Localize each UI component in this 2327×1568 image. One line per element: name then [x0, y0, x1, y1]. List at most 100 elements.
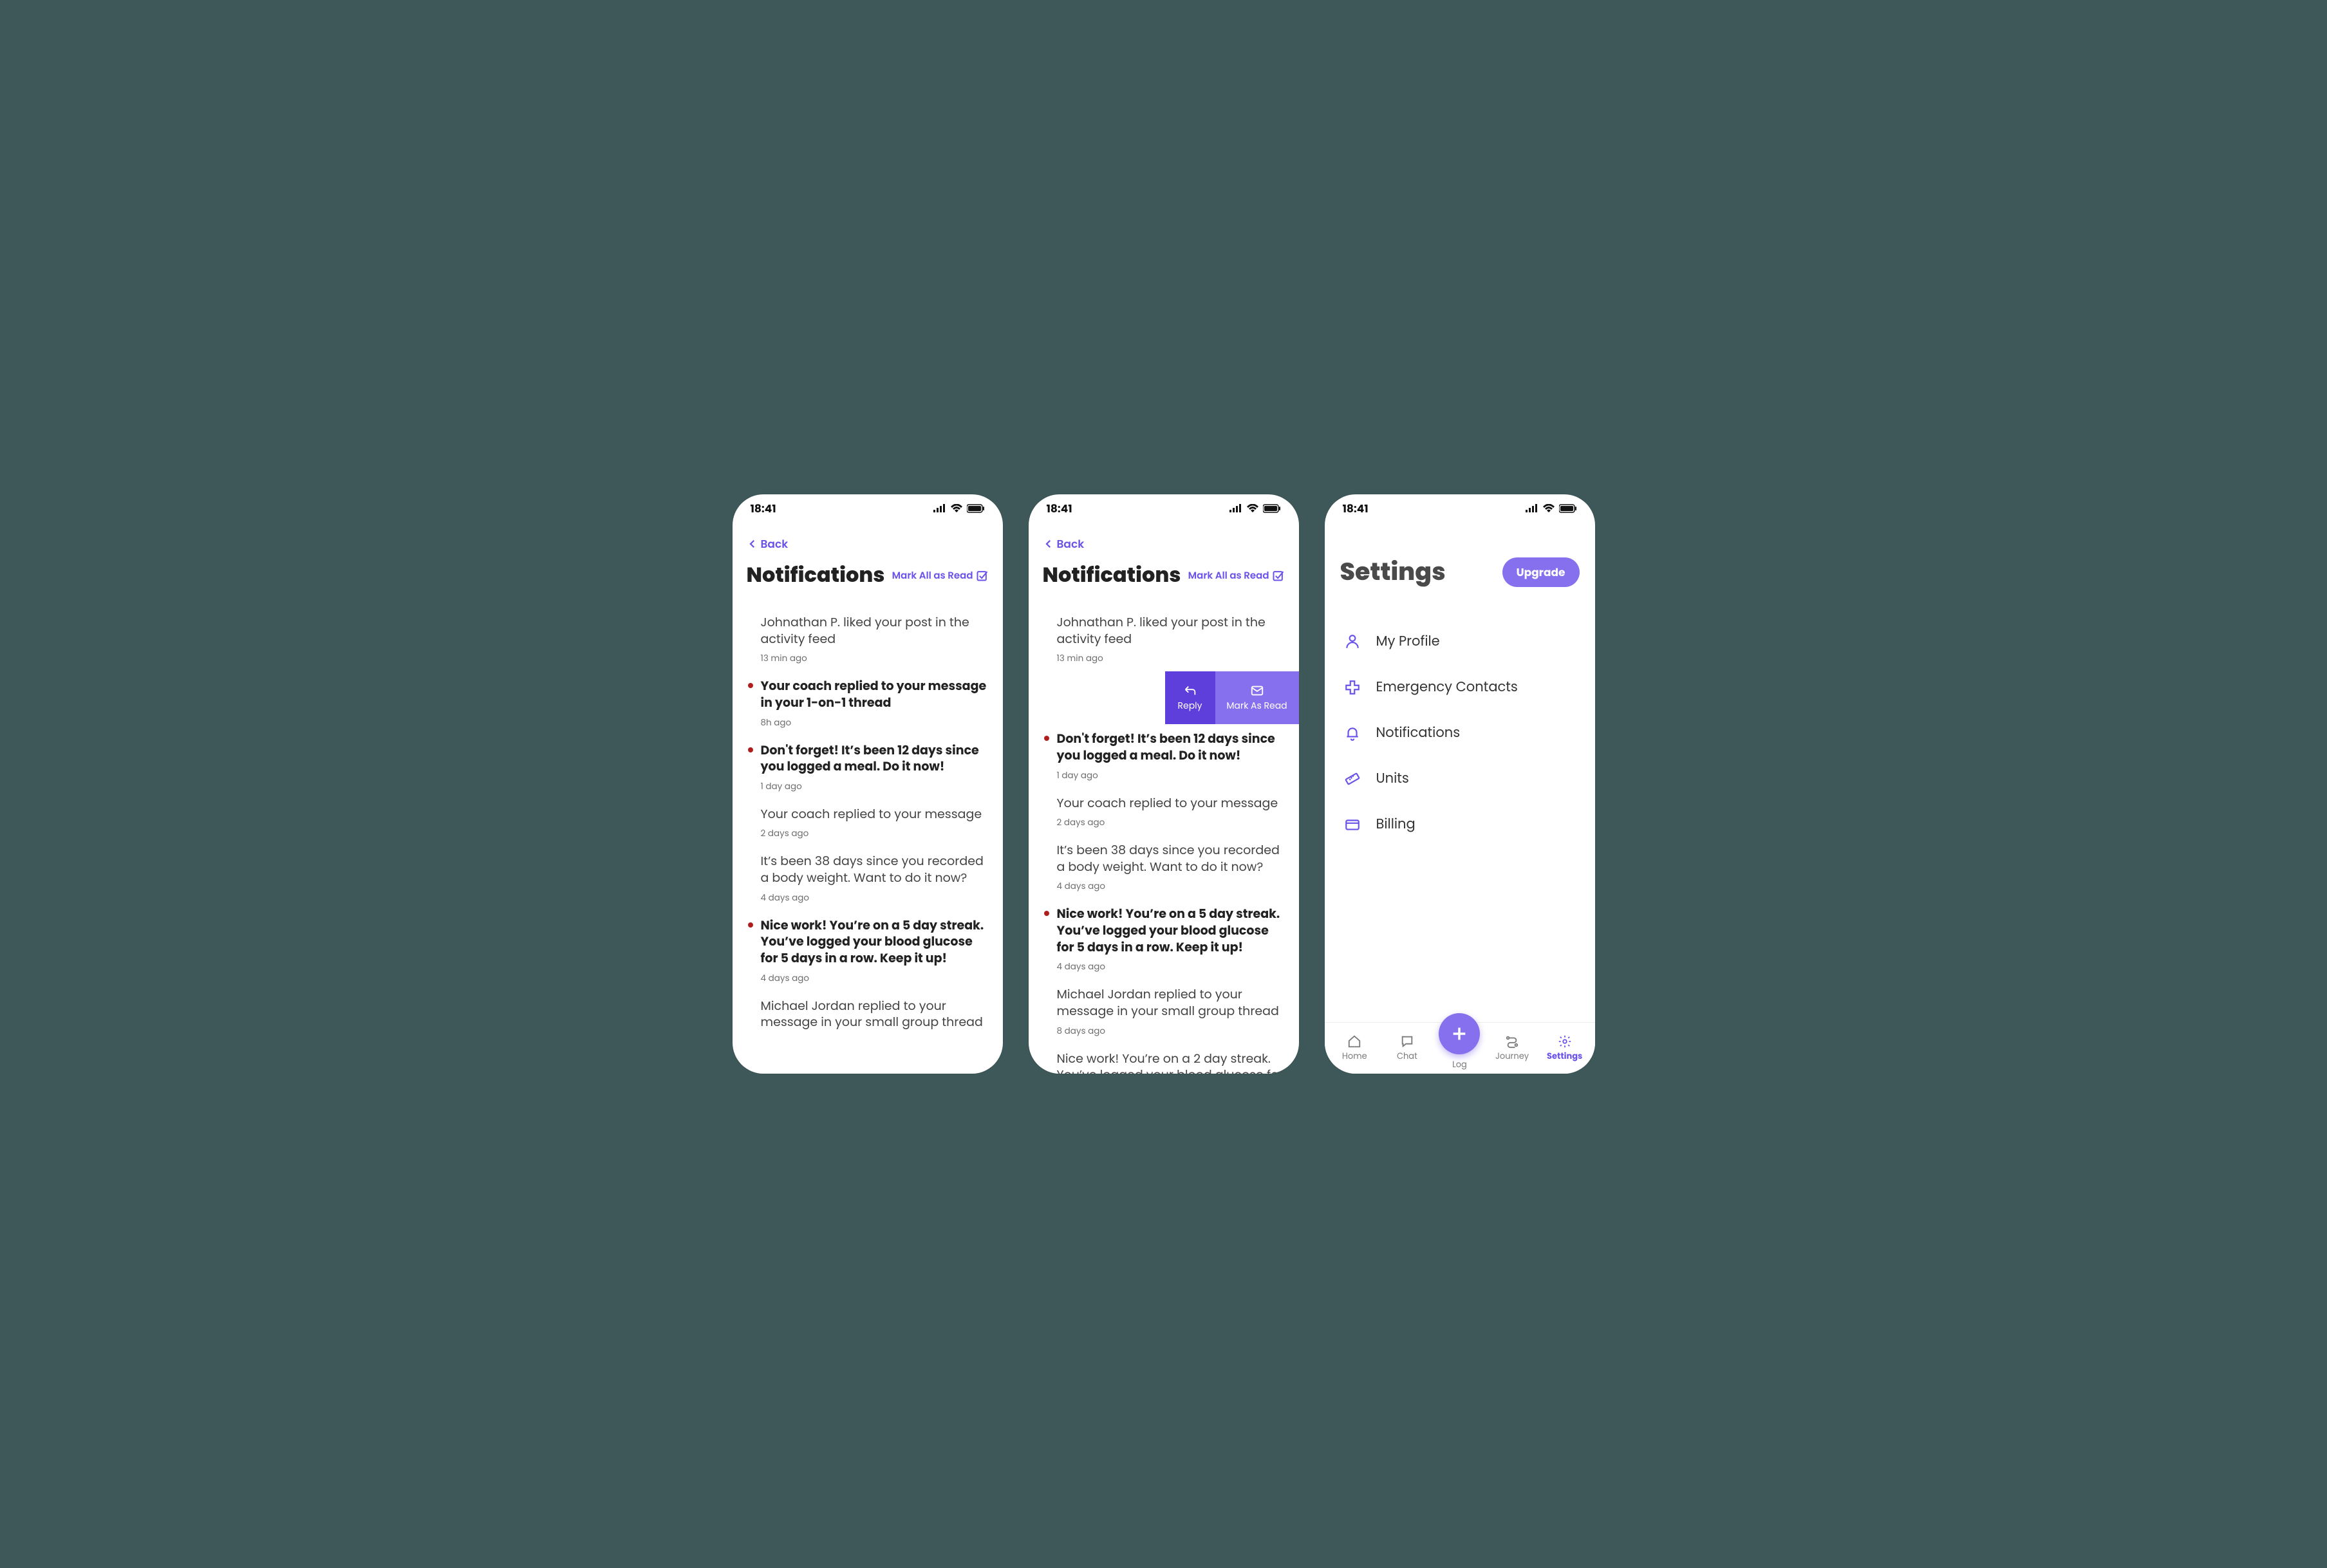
- tab-home[interactable]: Home: [1329, 1034, 1381, 1063]
- status-time: 18:41: [1343, 500, 1369, 517]
- notification-text: Your coach replied to your message: [761, 806, 987, 823]
- signal-icon: [933, 504, 946, 513]
- status-icons: [1229, 504, 1281, 513]
- tab-journey[interactable]: Journey: [1486, 1034, 1538, 1063]
- notification-time: 4 days ago: [1057, 880, 1284, 893]
- status-bar: 18:41: [733, 494, 1003, 523]
- battery-icon: [967, 504, 985, 513]
- swiped-text-line2: thread: [1029, 691, 1170, 707]
- mark-all-as-read-button[interactable]: Mark All as Read: [892, 568, 989, 583]
- settings-list: My ProfileEmergency ContactsNotification…: [1325, 603, 1595, 847]
- tab-label: Settings: [1547, 1050, 1582, 1063]
- mark-as-read-button[interactable]: Mark As Read: [1215, 671, 1299, 724]
- notification-item[interactable]: It’s been 38 days since you recorded a b…: [733, 846, 1003, 910]
- notification-item[interactable]: Nice work! You’re on a 5 day streak. You…: [1029, 899, 1299, 980]
- settings-item-label: Units: [1376, 769, 1409, 789]
- notification-time: 1 day ago: [761, 780, 987, 793]
- notification-item[interactable]: Nice work! You’re on a 2 day streak. You…: [1029, 1044, 1299, 1074]
- status-time: 18:41: [1047, 500, 1072, 517]
- status-bar: 18:41: [1325, 494, 1595, 523]
- notifications-list[interactable]: Johnathan P. liked your post in the acti…: [1029, 596, 1299, 1074]
- notification-text: Your coach replied to your message in yo…: [761, 678, 987, 711]
- home-icon: [1347, 1034, 1361, 1049]
- settings-item-label: Billing: [1376, 814, 1416, 834]
- tab-label: Journey: [1495, 1050, 1529, 1063]
- signal-icon: [1229, 504, 1242, 513]
- tab-label: Home: [1342, 1050, 1367, 1063]
- mark-all-label: Mark All as Read: [892, 568, 973, 583]
- notifications-screen: 18:41 Back Notifications Mark All as Rea…: [733, 494, 1003, 1074]
- upgrade-label: Upgrade: [1517, 565, 1565, 580]
- page-title: Notifications: [1043, 560, 1181, 591]
- notification-text: Nice work! You’re on a 2 day streak. You…: [1057, 1050, 1284, 1074]
- notification-item[interactable]: Your coach replied to your message in yo…: [733, 671, 1003, 735]
- settings-item-billing[interactable]: Billing: [1325, 801, 1595, 847]
- notifications-list[interactable]: Johnathan P. liked your post in the acti…: [733, 596, 1003, 1074]
- notification-text: Johnathan P. liked your post in the acti…: [761, 614, 987, 647]
- unread-dot-icon: [748, 922, 753, 928]
- check-square-icon: [976, 569, 989, 582]
- notification-text: Don't forget! It’s been 12 days since yo…: [1057, 731, 1284, 763]
- reply-label: Reply: [1178, 699, 1202, 713]
- notification-item[interactable]: Don't forget! It’s been 12 days since yo…: [1029, 724, 1299, 788]
- bell-icon: [1344, 725, 1361, 742]
- tab-chat[interactable]: Chat: [1381, 1034, 1434, 1063]
- unread-dot-icon: [1044, 736, 1049, 741]
- settings-item-notifications[interactable]: Notifications: [1325, 710, 1595, 756]
- notification-item[interactable]: Michael Jordan replied to your message i…: [1029, 980, 1299, 1043]
- notification-text: Johnathan P. liked your post in the acti…: [1057, 614, 1284, 647]
- notification-item[interactable]: Johnathan P. liked your post in the acti…: [733, 608, 1003, 671]
- signal-icon: [1526, 504, 1538, 513]
- notification-time: 2 days ago: [1057, 816, 1284, 829]
- mail-icon: [1250, 684, 1264, 698]
- chevron-left-icon: [747, 538, 758, 550]
- notification-text: It’s been 38 days since you recorded a b…: [1057, 842, 1284, 875]
- notification-item[interactable]: Your coach replied to your message2 days…: [733, 799, 1003, 847]
- status-time: 18:41: [751, 500, 776, 517]
- unread-dot-icon: [748, 747, 753, 752]
- log-fab[interactable]: [1439, 1013, 1480, 1054]
- check-square-icon: [1272, 569, 1285, 582]
- notification-item[interactable]: Nice work! You’re on a 5 day streak. You…: [733, 911, 1003, 991]
- notification-text: Your coach replied to your message: [1057, 795, 1284, 812]
- notification-text: It’s been 38 days since you recorded a b…: [761, 853, 987, 886]
- mark-as-read-label: Mark As Read: [1226, 699, 1287, 713]
- notification-text: Nice work! You’re on a 5 day streak. You…: [761, 917, 987, 967]
- tab-bar: Home Chat Log Journey Settings: [1325, 1022, 1595, 1074]
- notification-time: 13 min ago: [1057, 652, 1284, 665]
- ruler-icon: [1344, 770, 1361, 787]
- settings-item-emergency-contacts[interactable]: Emergency Contacts: [1325, 664, 1595, 710]
- notification-text: Don't forget! It’s been 12 days since yo…: [761, 742, 987, 775]
- wifi-icon: [950, 504, 963, 513]
- unread-dot-icon: [1044, 911, 1049, 916]
- notification-time: 13 min ago: [761, 652, 987, 665]
- notification-time: 8h ago: [761, 716, 987, 729]
- settings-title: Settings: [1340, 554, 1446, 590]
- settings-item-units[interactable]: Units: [1325, 756, 1595, 801]
- gear-icon: [1558, 1034, 1572, 1049]
- chat-icon: [1400, 1034, 1414, 1049]
- notification-item[interactable]: Michael Jordan replied to your message i…: [733, 991, 1003, 1037]
- wifi-icon: [1246, 504, 1259, 513]
- notification-item[interactable]: Don't forget! It’s been 12 days since yo…: [733, 736, 1003, 799]
- mark-all-as-read-button[interactable]: Mark All as Read: [1188, 568, 1285, 583]
- notifications-swiped-screen: 18:41 Back Notifications Mark All as Rea…: [1029, 494, 1299, 1074]
- settings-item-my-profile[interactable]: My Profile: [1325, 619, 1595, 664]
- credit-card-icon: [1344, 816, 1361, 833]
- back-label: Back: [1057, 536, 1085, 552]
- tab-settings[interactable]: Settings: [1538, 1034, 1591, 1063]
- wifi-icon: [1542, 504, 1555, 513]
- chevron-left-icon: [1043, 538, 1054, 550]
- notification-text: Michael Jordan replied to your message i…: [1057, 986, 1284, 1019]
- upgrade-button[interactable]: Upgrade: [1502, 557, 1580, 587]
- notification-item[interactable]: Your coach replied to your message 2 days…: [1029, 789, 1299, 836]
- notification-item-swiped[interactable]: lied to your message thread Reply Mark A…: [1029, 671, 1299, 724]
- notification-item[interactable]: It’s been 38 days since you recorded a b…: [1029, 835, 1299, 899]
- notification-time: 4 days ago: [761, 891, 987, 904]
- reply-button[interactable]: Reply: [1165, 671, 1215, 724]
- back-button[interactable]: Back: [1029, 523, 1299, 556]
- notification-item[interactable]: Johnathan P. liked your post in the acti…: [1029, 608, 1299, 671]
- battery-icon: [1263, 504, 1281, 513]
- back-button[interactable]: Back: [733, 523, 1003, 556]
- status-icons: [1526, 504, 1577, 513]
